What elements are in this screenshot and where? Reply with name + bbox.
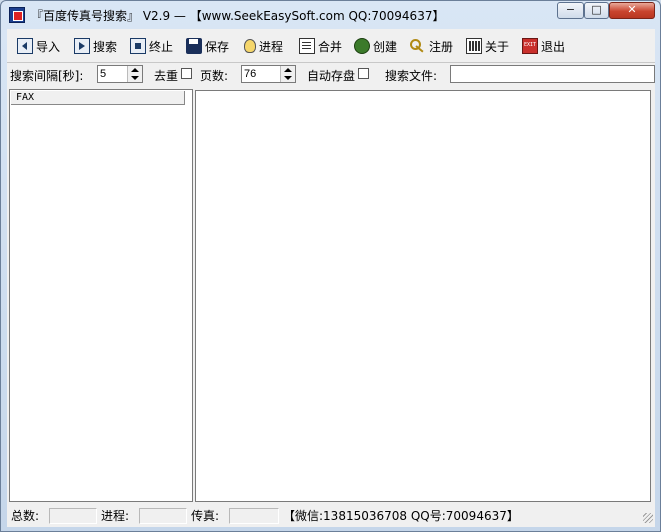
options-bar: 搜索间隔[秒]: 去重 页数: 自动存盘 搜索文件: — [7, 63, 655, 85]
exit-label: 退出 — [541, 39, 566, 54]
dedupe-checkbox[interactable] — [181, 68, 192, 79]
exit-icon — [522, 38, 538, 54]
merge-document-icon — [299, 38, 315, 54]
about-book-icon — [466, 38, 482, 54]
import-icon — [17, 38, 33, 54]
app-icon — [9, 7, 25, 23]
pages-label: 页数: — [200, 69, 229, 83]
window-title: 『百度传真号搜索』 V2.9 — 【www.SeekEasySoft.com Q… — [31, 9, 445, 23]
stop-button[interactable]: 终止 — [130, 37, 173, 55]
floppy-disk-icon — [186, 38, 202, 54]
interval-spin-arrows-icon[interactable] — [127, 66, 142, 82]
title-bar[interactable]: 『百度传真号搜索』 V2.9 — 【www.SeekEasySoft.com Q… — [1, 1, 660, 29]
progress-button[interactable]: 进程 — [244, 37, 283, 55]
fax-column-header[interactable]: FAX — [11, 91, 185, 105]
status-fax-label: 传真: — [191, 509, 220, 523]
search-file-label: 搜索文件: — [385, 69, 438, 83]
interval-label: 搜索间隔[秒]: — [10, 69, 84, 83]
import-label: 导入 — [36, 39, 61, 54]
resize-grip-icon[interactable] — [643, 513, 653, 523]
search-file-input[interactable] — [450, 65, 655, 83]
play-icon — [74, 38, 90, 54]
exit-button[interactable]: 退出 — [522, 37, 565, 55]
pages-spin-arrows-icon[interactable] — [280, 66, 295, 82]
search-label: 搜索 — [93, 39, 118, 54]
pages-spinner[interactable] — [241, 65, 296, 83]
save-label: 保存 — [205, 39, 230, 54]
create-icon — [354, 38, 370, 54]
merge-button[interactable]: 合并 — [299, 37, 342, 55]
import-button[interactable]: 导入 — [17, 37, 60, 55]
app-window: 『百度传真号搜索』 V2.9 — 【www.SeekEasySoft.com Q… — [0, 0, 661, 532]
toolbar: 导入 搜索 终止 保存 进程 合并 创建 注册 关于 EXIT 退出 — [7, 29, 655, 63]
register-label: 注册 — [429, 39, 454, 54]
pages-input[interactable] — [242, 66, 274, 82]
register-button[interactable]: 注册 — [410, 37, 453, 55]
autosave-checkbox[interactable] — [358, 68, 369, 79]
minimize-button[interactable]: − — [557, 2, 584, 19]
dedupe-label: 去重 — [154, 69, 179, 83]
close-button[interactable]: ✕ — [609, 2, 655, 19]
maximize-button[interactable]: □ — [584, 2, 609, 19]
status-contact: 【微信:13815036708 QQ号:70094637】 — [283, 509, 519, 523]
status-total-value — [49, 508, 97, 524]
create-label: 创建 — [373, 39, 398, 54]
stop-label: 终止 — [149, 39, 174, 54]
client-area: 导入 搜索 终止 保存 进程 合并 创建 注册 关于 EXIT 退出 搜索间隔[… — [7, 29, 655, 527]
autosave-label: 自动存盘 — [307, 69, 356, 83]
status-progress-label: 进程: — [101, 509, 130, 523]
progress-label: 进程 — [259, 39, 284, 54]
interval-input[interactable] — [98, 66, 130, 82]
merge-label: 合并 — [318, 39, 343, 54]
log-area[interactable] — [195, 90, 651, 502]
create-button[interactable]: 创建 — [354, 37, 397, 55]
lightbulb-icon — [244, 39, 256, 53]
status-bar: 总数: 进程: 传真: 【微信:13815036708 QQ号:70094637… — [7, 507, 655, 525]
status-progress-value — [139, 508, 187, 524]
stop-icon — [130, 38, 146, 54]
key-icon — [410, 38, 426, 54]
interval-spinner[interactable] — [97, 65, 143, 83]
status-fax-value — [229, 508, 279, 524]
fax-list[interactable]: FAX — [9, 89, 193, 502]
about-label: 关于 — [485, 39, 510, 54]
status-total-label: 总数: — [11, 509, 40, 523]
search-button[interactable]: 搜索 — [74, 37, 117, 55]
save-button[interactable]: 保存 — [186, 37, 229, 55]
about-button[interactable]: 关于 — [466, 37, 509, 55]
